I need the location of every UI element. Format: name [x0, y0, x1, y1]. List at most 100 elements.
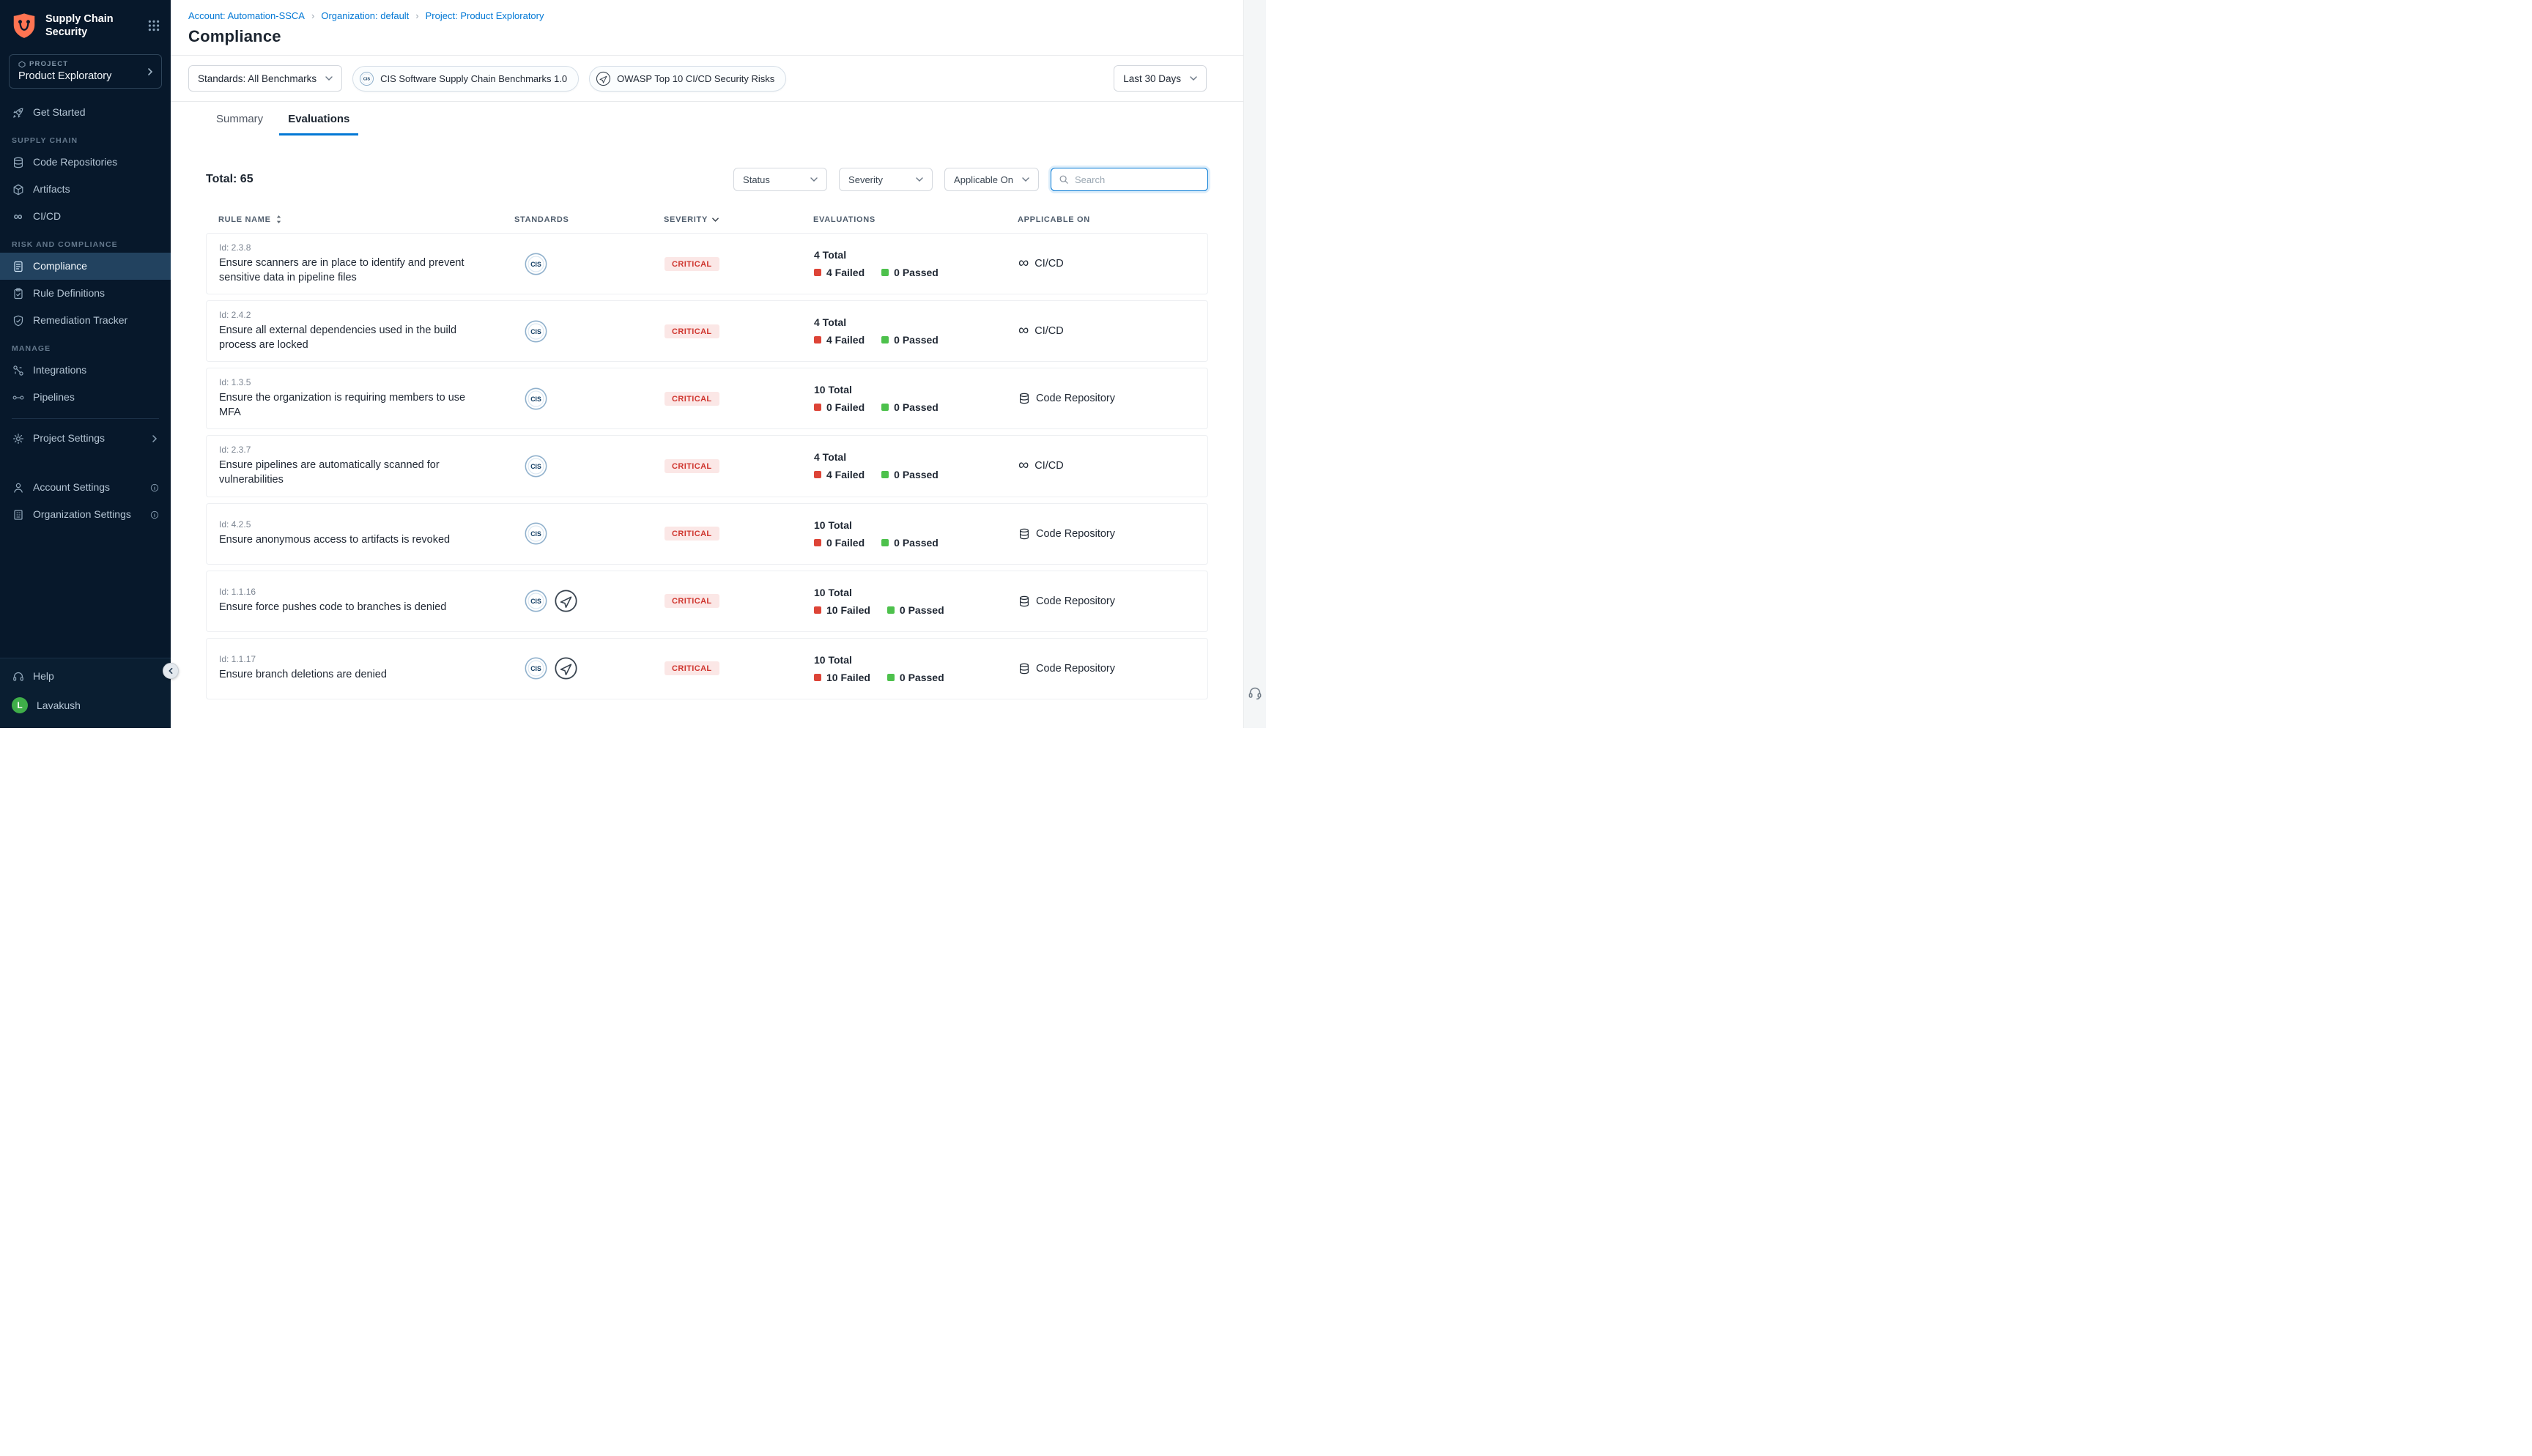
passed-count: 0 Passed — [894, 469, 939, 480]
sidebar-item-rule-definitions[interactable]: Rule Definitions — [0, 280, 171, 307]
cis-icon: CIS — [524, 656, 548, 680]
applicable-label: Code Repository — [1036, 663, 1115, 675]
breadcrumb-organization-link[interactable]: Organization: default — [321, 10, 409, 21]
rule-cell: Id: 1.3.5 Ensure the organization is req… — [219, 377, 515, 420]
user-menu[interactable]: L Lavakush — [0, 690, 171, 721]
sidebar-item-remediation-tracker[interactable]: Remediation Tracker — [0, 307, 171, 334]
rule-name: Ensure scanners are in place to identify… — [219, 256, 477, 285]
chip-label: CIS Software Supply Chain Benchmarks 1.0 — [380, 73, 567, 84]
passed-indicator — [881, 471, 889, 478]
app-root: Supply Chain Security PROJECT Product Ex… — [0, 0, 1266, 728]
svg-text:CIS: CIS — [530, 395, 541, 403]
section-label-manage: MANAGE — [0, 334, 171, 357]
module-switcher-icon[interactable] — [147, 19, 160, 32]
severity-filter-dropdown[interactable]: Severity — [839, 168, 933, 191]
rule-cell: Id: 2.3.8 Ensure scanners are in place t… — [219, 242, 515, 285]
sidebar-item-integrations[interactable]: Integrations — [0, 357, 171, 384]
project-label: PROJECT — [18, 60, 144, 68]
rocket-icon — [12, 106, 24, 119]
table-row[interactable]: Id: 2.4.2 Ensure all external dependenci… — [206, 300, 1208, 362]
right-gutter — [1243, 0, 1266, 728]
failed-count: 0 Failed — [826, 401, 865, 413]
standards-cell: CIS — [515, 252, 665, 276]
passed-count: 0 Passed — [894, 537, 939, 549]
search-icon — [1059, 174, 1069, 185]
sidebar-item-help[interactable]: Help — [0, 663, 171, 690]
rule-id: Id: 1.1.16 — [219, 587, 477, 597]
table-row[interactable]: Id: 1.3.5 Ensure the organization is req… — [206, 368, 1208, 429]
sidebar-item-code-repositories[interactable]: Code Repositories — [0, 149, 171, 176]
severity-badge: CRITICAL — [665, 459, 719, 473]
status-filter-dropdown[interactable]: Status — [733, 168, 827, 191]
chevron-right-icon — [150, 434, 159, 443]
failed-count: 4 Failed — [826, 267, 865, 278]
column-header-rule-name[interactable]: RULE NAME — [218, 215, 514, 224]
benchmark-chip-cis[interactable]: CIS CIS Software Supply Chain Benchmarks… — [352, 66, 579, 92]
svg-text:CIS: CIS — [530, 665, 541, 672]
table-body: Id: 2.3.8 Ensure scanners are in place t… — [206, 233, 1208, 699]
severity-cell: CRITICAL — [665, 257, 814, 271]
breadcrumb-account-link[interactable]: Account: Automation-SSCA — [188, 10, 305, 21]
sidebar-item-account-settings[interactable]: Account Settings — [0, 474, 171, 501]
applicable-on-filter-dropdown[interactable]: Applicable On — [944, 168, 1039, 191]
benchmark-chip-owasp[interactable]: OWASP Top 10 CI/CD Security Risks — [589, 66, 786, 92]
table-row[interactable]: Id: 4.2.5 Ensure anonymous access to art… — [206, 503, 1208, 565]
evaluations-cell: 10 Total 10 Failed 0 Passed — [814, 587, 1018, 616]
standards-cell: CIS — [515, 454, 665, 478]
severity-cell: CRITICAL — [665, 661, 814, 675]
table-row[interactable]: Id: 1.1.16 Ensure force pushes code to b… — [206, 571, 1208, 632]
gear-icon — [12, 432, 24, 445]
applicable-cell: ∞ CI/CD — [1018, 257, 1207, 270]
sidebar-item-project-settings[interactable]: Project Settings — [0, 425, 171, 452]
sidebar-item-compliance[interactable]: Compliance — [0, 253, 171, 280]
severity-cell: CRITICAL — [665, 324, 814, 338]
chevron-down-icon — [810, 177, 818, 182]
support-headset-icon[interactable] — [1248, 686, 1262, 700]
organization-icon — [12, 508, 24, 521]
standards-dropdown[interactable]: Standards: All Benchmarks — [188, 65, 342, 92]
project-selector[interactable]: PROJECT Product Exploratory — [9, 54, 162, 89]
column-header-applicable-on: APPLICABLE ON — [1018, 215, 1208, 224]
sidebar-item-get-started[interactable]: Get Started — [0, 99, 171, 126]
section-label-risk-compliance: RISK AND COMPLIANCE — [0, 230, 171, 253]
repository-icon — [12, 156, 24, 168]
search-input[interactable] — [1075, 174, 1200, 185]
failed-indicator — [814, 404, 821, 411]
sidebar-item-cicd[interactable]: ∞ CI/CD — [0, 203, 171, 230]
tab-evaluations[interactable]: Evaluations — [279, 105, 358, 135]
evaluations-total: 4 Total — [814, 316, 1018, 328]
rule-id: Id: 1.1.17 — [219, 654, 477, 664]
failed-count: 4 Failed — [826, 334, 865, 346]
column-header-severity[interactable]: SEVERITY — [664, 215, 813, 224]
standards-cell: CIS — [515, 521, 665, 546]
table-row[interactable]: Id: 1.1.17 Ensure branch deletions are d… — [206, 638, 1208, 699]
sidebar-footer: Help L Lavakush — [0, 658, 171, 728]
integrations-icon — [12, 364, 24, 376]
rule-cell: Id: 2.4.2 Ensure all external dependenci… — [219, 310, 515, 352]
sidebar-item-organization-settings[interactable]: Organization Settings — [0, 501, 171, 528]
sidebar-collapse-button[interactable] — [163, 663, 179, 679]
table-row[interactable]: Id: 2.3.8 Ensure scanners are in place t… — [206, 233, 1208, 294]
table-row[interactable]: Id: 2.3.7 Ensure pipelines are automatic… — [206, 435, 1208, 497]
chevron-down-icon — [325, 76, 333, 81]
severity-badge: CRITICAL — [665, 527, 719, 541]
chip-label: OWASP Top 10 CI/CD Security Risks — [617, 73, 774, 84]
sort-desc-icon — [712, 218, 719, 222]
sidebar-header: Supply Chain Security — [0, 0, 171, 48]
rule-cell: Id: 4.2.5 Ensure anonymous access to art… — [219, 519, 515, 548]
passed-indicator — [881, 539, 889, 546]
app-logo-shield-icon — [10, 12, 38, 40]
column-header-standards: STANDARDS — [514, 215, 664, 224]
passed-count: 0 Passed — [894, 267, 939, 278]
tab-summary[interactable]: Summary — [207, 105, 272, 135]
severity-badge: CRITICAL — [665, 661, 719, 675]
sidebar-item-artifacts[interactable]: Artifacts — [0, 176, 171, 203]
applicable-cell: ∞ CI/CD — [1018, 324, 1207, 338]
breadcrumb-project-link[interactable]: Project: Product Exploratory — [426, 10, 544, 21]
evaluations-total: 4 Total — [814, 451, 1018, 463]
sidebar-item-pipelines[interactable]: Pipelines — [0, 384, 171, 411]
clipboard-check-icon — [12, 287, 24, 300]
date-range-dropdown[interactable]: Last 30 Days — [1114, 65, 1207, 92]
cis-icon: CIS — [524, 387, 548, 411]
rule-name: Ensure the organization is requiring mem… — [219, 391, 477, 420]
